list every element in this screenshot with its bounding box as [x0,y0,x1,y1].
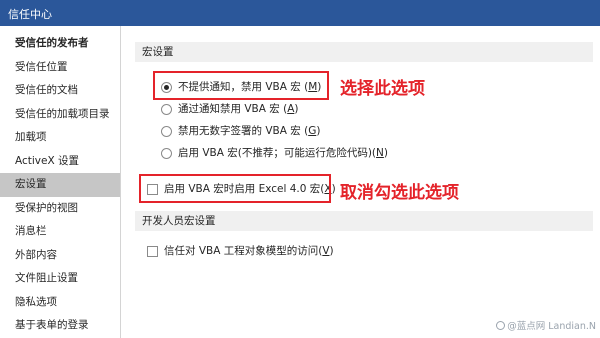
sidebar-item-privacy-options[interactable]: 隐私选项 [0,291,120,315]
landian-logo-icon [496,321,506,330]
radio-button[interactable] [161,126,172,137]
sidebar-item-trusted-documents[interactable]: 受信任的文档 [0,79,120,103]
sidebar-item-file-block-settings[interactable]: 文件阻止设置 [0,267,120,291]
annotation-uncheck-this-option: 取消勾选此选项 [340,183,459,203]
sidebar-item-trusted-addin-catalogs[interactable]: 受信任的加载项目录 [0,103,120,127]
sidebar-item-trusted-publishers[interactable]: 受信任的发布者 [0,32,120,56]
macro-settings-header: 宏设置 [135,42,593,62]
sidebar-item-external-content[interactable]: 外部内容 [0,244,120,268]
sidebar-item-trusted-locations[interactable]: 受信任位置 [0,56,120,80]
sidebar-item-protected-view[interactable]: 受保护的视图 [0,197,120,221]
watermark: @蓝点网 Landian.N [496,318,596,332]
window-title: 信任中心 [8,8,52,21]
checkbox[interactable] [147,246,158,257]
sidebar: 受信任的发布者 受信任位置 受信任的文档 受信任的加载项目录 加载项 Activ… [0,26,121,338]
radio-button[interactable] [161,148,172,159]
settings-pane: 宏设置 不提供通知，禁用 VBA 宏 (M) 通过通知禁用 VBA 宏 (A) … [121,26,600,338]
sidebar-item-message-bar[interactable]: 消息栏 [0,220,120,244]
radio-button-selected[interactable] [161,82,172,93]
checkbox[interactable] [147,184,158,195]
sidebar-item-activex-settings[interactable]: ActiveX 设置 [0,150,120,174]
annotation-select-this-option: 选择此选项 [340,79,425,99]
sidebar-item-macro-settings[interactable]: 宏设置 [0,173,120,197]
title-bar: 信任中心 [0,0,600,26]
developer-macro-settings-header: 开发人员宏设置 [135,211,593,231]
sidebar-item-addins[interactable]: 加载项 [0,126,120,150]
radio-button[interactable] [161,104,172,115]
sidebar-item-form-based-signin[interactable]: 基于表单的登录 [0,314,120,338]
